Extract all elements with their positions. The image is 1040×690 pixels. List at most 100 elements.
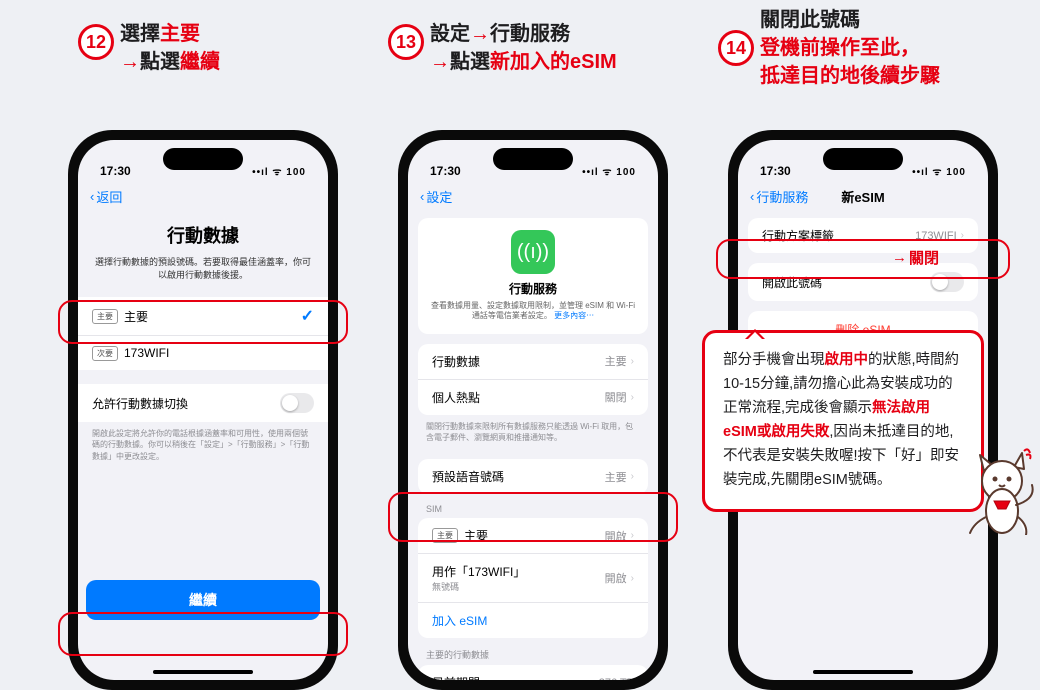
row-173[interactable]: 次要 173WIFI <box>78 336 328 370</box>
status-time: 17:30 <box>760 164 791 178</box>
nav-title: 新eSIM <box>841 187 884 206</box>
step-12-caption: 12 選擇主要 →點選繼續 <box>78 20 220 76</box>
row-on-label: 開啟此號碼 <box>762 274 822 291</box>
sim-badge-icon: 主要 <box>92 309 118 324</box>
status-time: 17:30 <box>100 164 131 178</box>
row-period-value: 376 TB <box>599 677 634 680</box>
arrow-close-text: 關閉 <box>909 247 939 268</box>
chevron-right-icon: › <box>631 392 634 403</box>
step-13-caption: 13 設定→行動服務 →點選新加入的eSIM <box>388 20 617 76</box>
chevron-right-icon: › <box>631 356 634 367</box>
chevron-left-icon: ‹ <box>750 189 754 204</box>
card-more[interactable]: 更多內容⋯ <box>554 311 594 320</box>
row-switch-label: 允許行動數據切換 <box>92 395 188 412</box>
hotspot-note: 關閉行動數據來限制所有數據服務只能透過 Wi-Fi 取用，包含電子郵件、瀏覽網頁… <box>408 415 658 449</box>
cat-mascot-icon <box>966 445 1036 535</box>
status-icons: ••ıl ᯤ 100 <box>912 164 966 178</box>
bubble-t1: 部分手機會出現 <box>723 352 825 368</box>
step-badge-12: 12 <box>78 24 114 60</box>
step12-l1b: 主要 <box>160 23 200 45</box>
row-hotspot-label: 個人熱點 <box>432 389 480 406</box>
step14-l2: 抵達目的地後續步驟 <box>760 65 940 87</box>
nav-back[interactable]: ‹ 設定 <box>420 187 452 206</box>
continue-button[interactable]: 繼續 <box>86 580 320 620</box>
status-bar: 17:30 ••ıl ᯤ 100 <box>78 140 328 180</box>
row-label-value: 173WIFI <box>915 230 957 242</box>
arrow-label-close: 關閉 <box>892 247 939 268</box>
row-primary[interactable]: 主要主要 ✓ <box>78 297 328 336</box>
row-hotspot-value: 關閉 <box>605 389 627 405</box>
step-badge-14: 14 <box>718 30 754 66</box>
step13-l1a: 設定 <box>430 23 470 45</box>
status-bar: 17:30 ••ıl ᯤ 100 <box>738 140 988 180</box>
card-desc: 查看數據用量、設定數據取用限制，並管理 eSIM 和 Wi-Fi 通話等電信業者… <box>431 301 635 320</box>
row-default-voice[interactable]: 預設語音號碼 主要 › <box>418 459 648 494</box>
switch-note: 開啟此設定將允許你的電話根據涵蓋率和可用性，使用兩個號碼的行動數據。你可以稍後在… <box>78 422 328 468</box>
chevron-right-icon: › <box>631 573 634 584</box>
nav-back[interactable]: ‹ 行動服務 <box>750 187 808 206</box>
step12-l2b: 繼續 <box>180 51 220 73</box>
row-data-value: 主要 <box>605 353 627 369</box>
step12-l1a: 選擇 <box>120 23 160 45</box>
step-badge-13: 13 <box>388 24 424 60</box>
chevron-right-icon: › <box>631 530 634 541</box>
sim-badge-icon: 次要 <box>92 346 118 361</box>
row-sim-173[interactable]: 用作「173WIFI」 無號碼 開啟 › <box>418 554 648 603</box>
nav-back[interactable]: ‹ 返回 <box>90 187 122 206</box>
carrier-header: 主要的行動數據 <box>408 638 658 665</box>
row-sim2-title: 用作「173WIFI」 <box>432 563 525 580</box>
step12-arrow: → <box>120 51 140 73</box>
row-turn-on[interactable]: 開啟此號碼 <box>748 263 978 301</box>
nav-back-label: 返回 <box>96 187 122 206</box>
row-sim2-value: 開啟 <box>605 570 627 586</box>
chevron-left-icon: ‹ <box>420 189 424 204</box>
step12-l2a: 點選 <box>140 51 180 73</box>
step14-l1: 登機前操作至此， <box>760 37 920 59</box>
step13-l2a: 點選 <box>450 51 490 73</box>
page-desc: 選擇行動數據的預設號碼。若要取得最佳涵蓋率，你可以啟用行動數據後援。 <box>78 256 328 281</box>
bubble-t2: 啟用中 <box>825 352 869 368</box>
phone-2: 17:30 ••ıl ᯤ 100 ‹ 設定 ((ı)) 行動服務 查看數據用量、… <box>398 130 668 690</box>
row-add-esim[interactable]: 加入 eSIM <box>418 603 648 638</box>
antenna-icon: ((ı)) <box>511 230 555 274</box>
nav-back-label: 行動服務 <box>756 187 808 206</box>
row-173-label: 173WIFI <box>124 346 169 360</box>
status-bar: 17:30 ••ıl ᯤ 100 <box>408 140 658 180</box>
row-sim-primary[interactable]: 主要主要 開啟› <box>418 518 648 554</box>
toggle-off[interactable] <box>280 393 314 413</box>
card-title: 行動服務 <box>428 280 638 297</box>
chevron-right-icon: › <box>961 230 964 241</box>
step-14-caption: 14 關閉此號碼 登機前操作至此， 抵達目的地後續步驟 <box>718 6 940 90</box>
row-period[interactable]: 目前期間 376 TB <box>418 665 648 680</box>
status-time: 17:30 <box>430 164 461 178</box>
toggle-off[interactable] <box>930 272 964 292</box>
nav-back-label: 設定 <box>426 187 452 206</box>
row-label-label: 行動方案標籤 <box>762 227 834 244</box>
page-title: 行動數據 <box>78 222 328 248</box>
status-icons: ••ıl ᯤ 100 <box>252 164 306 178</box>
home-indicator <box>813 670 913 674</box>
row-data-label: 行動數據 <box>432 353 480 370</box>
cellular-card: ((ı)) 行動服務 查看數據用量、設定數據取用限制，並管理 eSIM 和 Wi… <box>418 218 648 334</box>
row-plan-label[interactable]: 行動方案標籤 173WIFI › <box>748 218 978 253</box>
chevron-right-icon: › <box>631 471 634 482</box>
row-voice-value: 主要 <box>605 469 627 485</box>
continue-label: 繼續 <box>189 592 217 608</box>
row-primary-label: 主要 <box>124 308 148 325</box>
status-icons: ••ıl ᯤ 100 <box>582 164 636 178</box>
check-icon: ✓ <box>301 306 314 326</box>
step13-l1b: 行動服務 <box>490 23 570 45</box>
sim-badge-icon: 主要 <box>432 528 458 543</box>
step13-l2b: 新加入的eSIM <box>490 51 617 73</box>
info-bubble: 部分手機會出現啟用中的狀態,時間約10-15分鐘,請勿擔心此為安裝成功的正常流程… <box>702 330 984 512</box>
phone-1: 17:30 ••ıl ᯤ 100 ‹ 返回 行動數據 選擇行動數據的預設號碼。若… <box>68 130 338 690</box>
row-sim2-sub: 無號碼 <box>432 580 525 593</box>
row-voice-label: 預設語音號碼 <box>432 468 504 485</box>
row-period-label: 目前期間 <box>432 674 480 680</box>
row-allow-switch[interactable]: 允許行動數據切換 <box>78 384 328 422</box>
chevron-left-icon: ‹ <box>90 189 94 204</box>
row-cellular-data[interactable]: 行動數據 主要 › <box>418 344 648 380</box>
row-hotspot[interactable]: 個人熱點 關閉 › <box>418 380 648 415</box>
sim-header: SIM <box>408 494 658 518</box>
step14-l0: 關閉此號碼 <box>760 9 860 31</box>
